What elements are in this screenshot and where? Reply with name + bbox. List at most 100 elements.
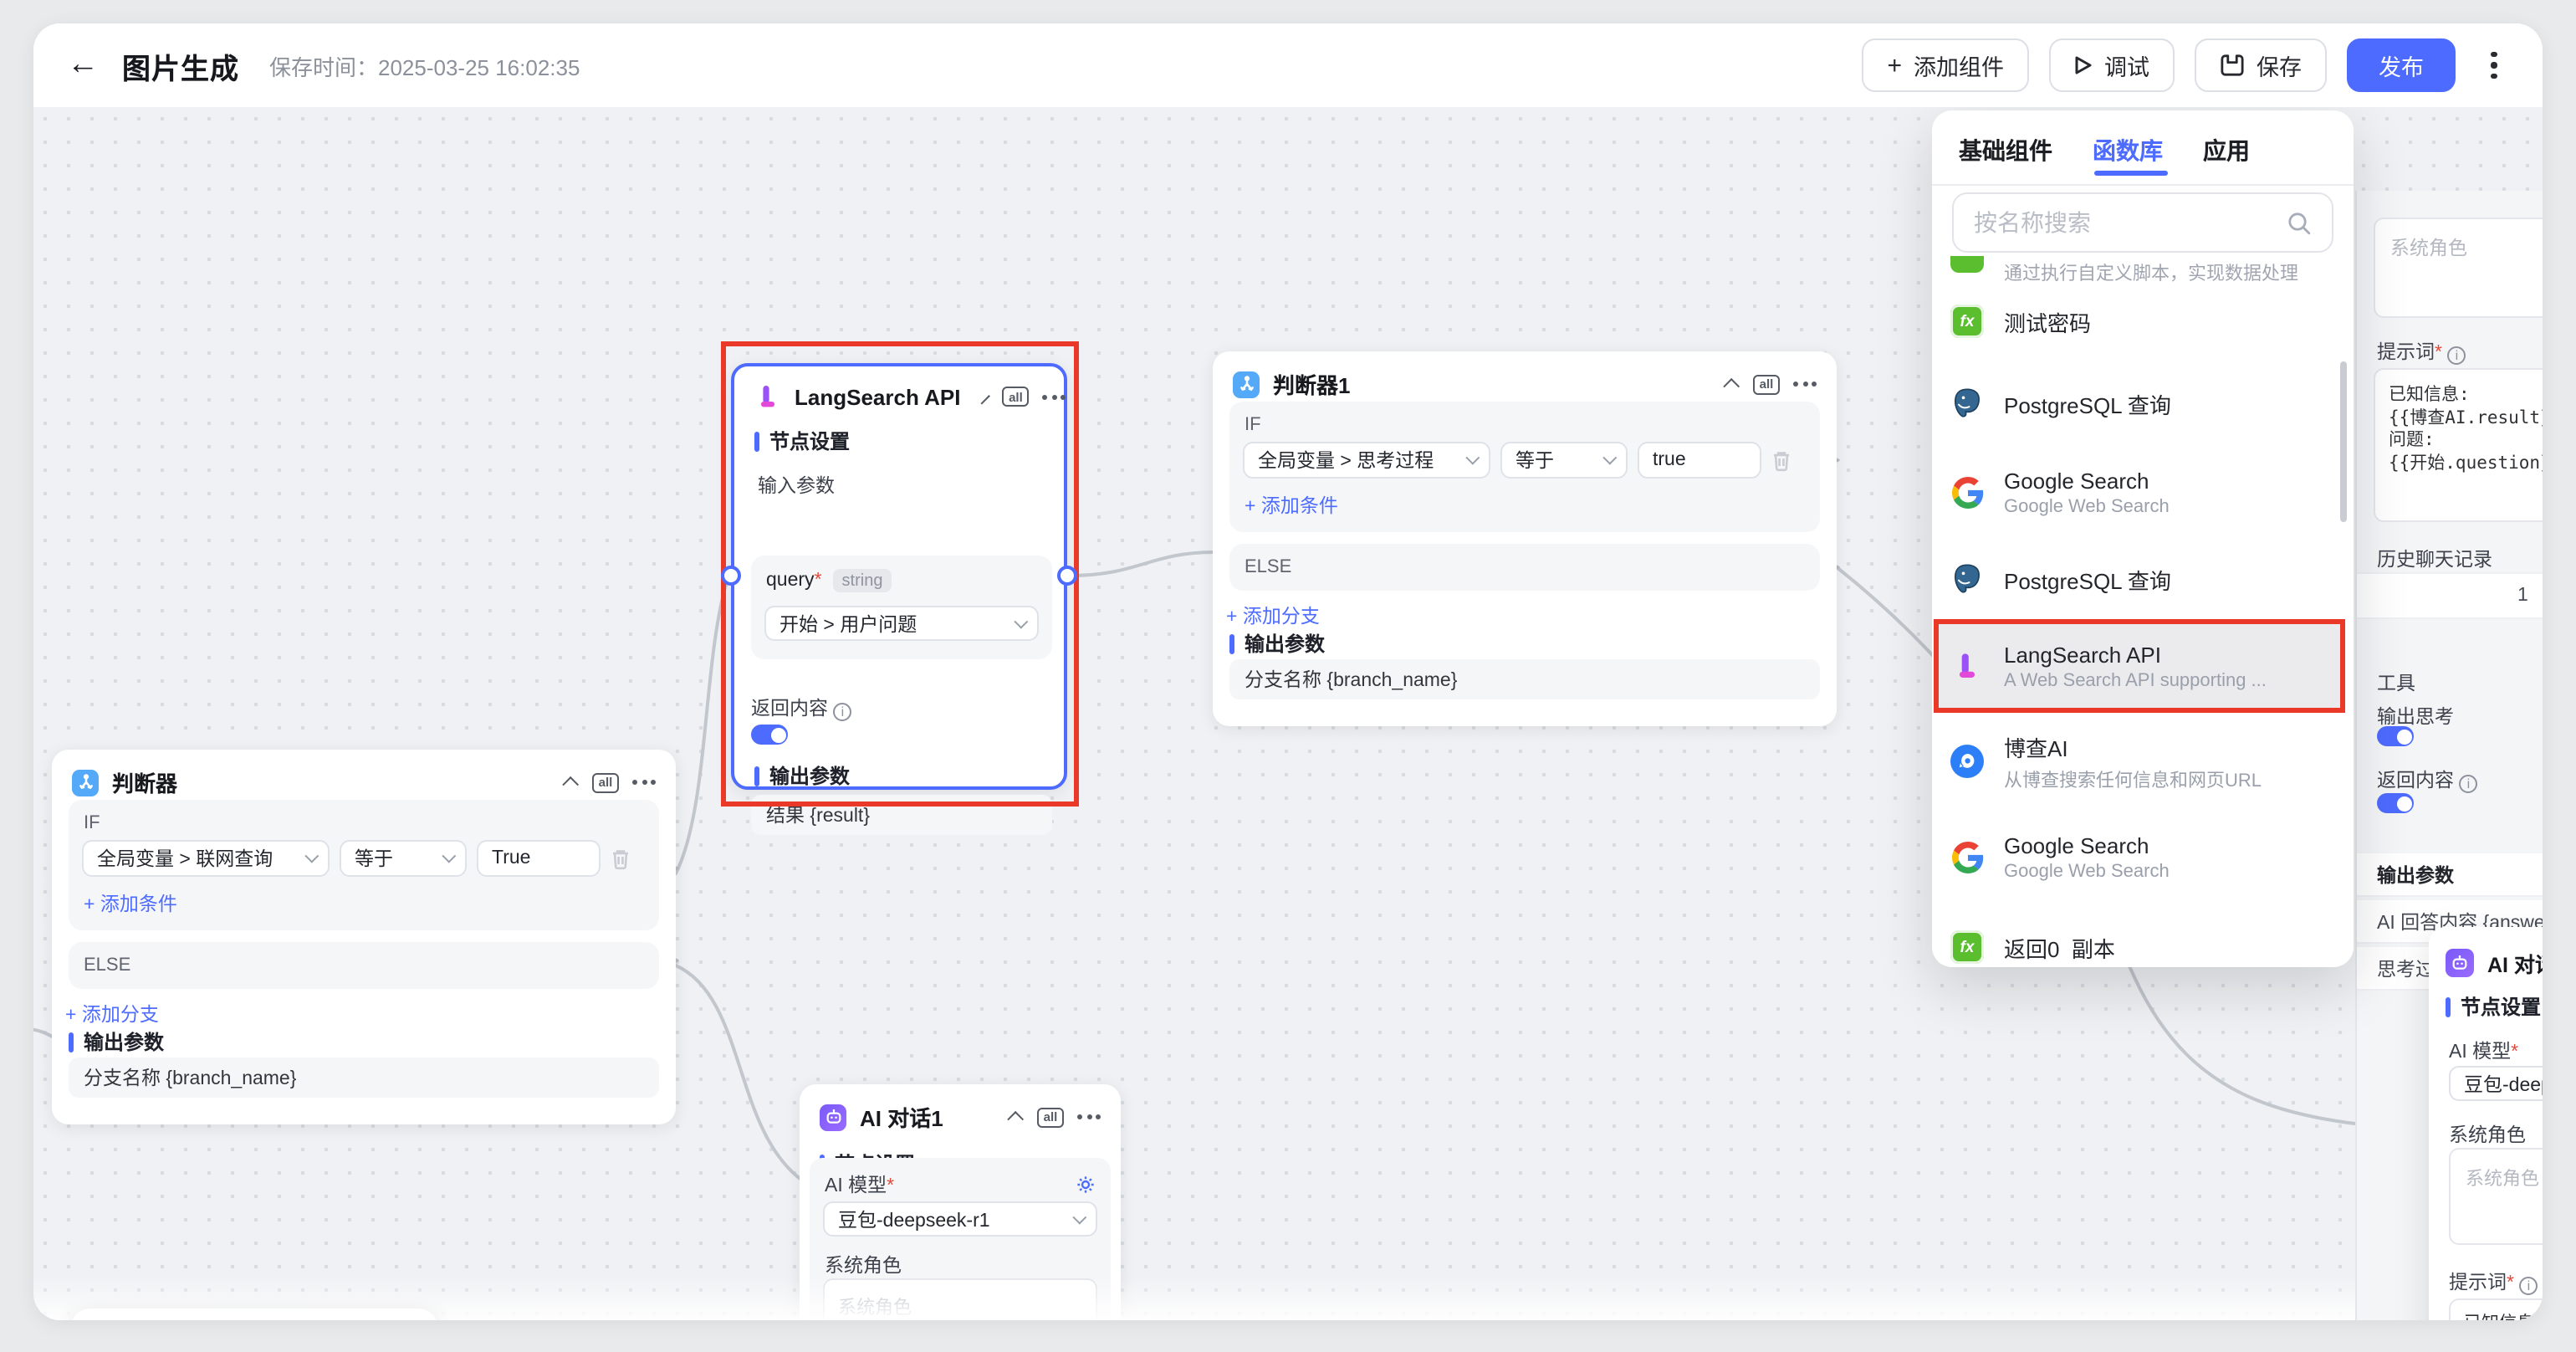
component-library-dropdown: 基础组件 函数库 应用 通过执行自定义脚本，实现数据处理 fx (1932, 110, 2354, 967)
active-tab-underline (2094, 171, 2168, 176)
model-settings-gear-icon[interactable] (1076, 1175, 1096, 1195)
collapse-icon[interactable] (1723, 378, 1740, 395)
more-menu-icon[interactable] (1077, 1114, 1101, 1119)
list-item-test-password[interactable]: fx 测试密码 (1939, 284, 2333, 358)
branch-icon (1233, 371, 1260, 397)
collapse-icon[interactable] (562, 776, 579, 793)
list-item-google-search[interactable]: Google Search Google Web Search (1939, 810, 2333, 904)
role-textarea[interactable]: 系统角色 (2449, 1148, 2543, 1245)
list-item-postgresql-query[interactable]: PostgreSQL 查询 (1939, 542, 2333, 616)
add-branch-link[interactable]: + 添加分支 (1226, 602, 1320, 629)
add-condition-link[interactable]: + 添加条件 (84, 890, 177, 917)
save-button[interactable]: 保存 (2195, 38, 2327, 92)
node-title: LangSearch API (795, 384, 960, 409)
fx-icon: fx (1950, 930, 1984, 964)
add-component-button[interactable]: + 添加组件 (1862, 38, 2029, 92)
model-select[interactable]: 豆包-deepseek-r1 (823, 1201, 1097, 1237)
section-output-params: 输出参数 (52, 1027, 181, 1056)
input-port[interactable] (721, 566, 741, 586)
more-menu-icon[interactable] (1793, 382, 1817, 387)
app-window: LangSearch API all 节点设置 输入参数 query* stri… (33, 23, 2543, 1320)
delete-condition-icon[interactable] (1771, 449, 1791, 471)
input-param-group: query* string 开始 > 用户问题 (751, 556, 1052, 659)
more-menu-icon[interactable] (1042, 394, 1066, 399)
robot-icon (2446, 949, 2474, 977)
tab-basic-components[interactable]: 基础组件 (1959, 134, 2052, 167)
history-label: 历史聊天记录 (2377, 545, 2492, 572)
role-label: 系统角色 (825, 1252, 902, 1278)
debug-button[interactable]: 调试 (2049, 38, 2175, 92)
page-title: 图片生成 (122, 44, 239, 86)
prompt-textarea[interactable]: 已知信息: {{博查AI.result}} 问题: {{开始.question}… (2374, 368, 2543, 522)
condition-variable-select[interactable]: 全局变量 > 联网查询 (82, 840, 330, 877)
output-thinking-toggle[interactable] (2377, 726, 2414, 746)
list-item-return0-copy[interactable]: fx 返回0 副本 (1939, 910, 2333, 967)
bocha-icon (1950, 745, 1984, 778)
branch-icon (72, 769, 99, 796)
delete-condition-icon[interactable] (611, 848, 631, 869)
node-judge1[interactable]: 判断器1 all IF 全局变量 > 思考过程 等于 (1213, 351, 1837, 726)
app-stage: LangSearch API all 节点设置 输入参数 query* stri… (0, 0, 2576, 1352)
run-all-icon[interactable]: all (1753, 374, 1780, 394)
section-node-settings: 节点设置 (734, 420, 1064, 462)
more-options-icon[interactable] (2472, 38, 2516, 92)
list-scrollbar[interactable] (2340, 361, 2347, 522)
section-output-params: 输出参数 (1213, 629, 1342, 658)
collapse-icon[interactable] (981, 394, 990, 403)
plus-icon: + (1887, 53, 1902, 78)
condition-value-input[interactable]: True (477, 840, 601, 877)
partial-item-description: 通过执行自定义脚本，实现数据处理 (2004, 259, 2298, 286)
param-name: query* (766, 571, 822, 591)
node-title: 判断器 (112, 766, 177, 798)
else-branch-group: ELSE (1229, 544, 1820, 591)
tab-function-library[interactable]: 函数库 (2093, 134, 2163, 167)
partial-list-item[interactable]: 通过执行自定义脚本，实现数据处理 (1950, 256, 1984, 276)
add-condition-link[interactable]: + 添加条件 (1245, 492, 1338, 519)
list-item-bocha-ai[interactable]: 博查AI 从博查搜索任何信息和网页URL (1939, 714, 2333, 808)
tab-applications[interactable]: 应用 (2203, 134, 2250, 167)
model-label: AI 模型* (825, 1171, 894, 1198)
run-all-icon[interactable]: all (592, 772, 619, 792)
run-all-icon[interactable]: all (1002, 387, 1029, 407)
output-value: 分支名称 {branch_name} (69, 1058, 659, 1098)
list-item-langsearch-api[interactable]: LangSearch API A Web Search API supporti… (1939, 624, 2340, 708)
collapse-icon[interactable] (1007, 1111, 1024, 1128)
role-label: 系统角色 (2449, 1121, 2526, 1148)
search-input[interactable] (1974, 209, 2273, 236)
model-select[interactable]: 豆包-deep (2449, 1066, 2543, 1101)
output-port[interactable] (1057, 566, 1077, 586)
publish-button[interactable]: 发布 (2347, 38, 2456, 92)
node-langsearch[interactable]: LangSearch API all 节点设置 输入参数 query* stri… (731, 363, 1067, 790)
output-value: 结果 {result} (751, 795, 1052, 835)
if-label: IF (69, 800, 659, 833)
condition-variable-select[interactable]: 全局变量 > 思考过程 (1243, 442, 1490, 479)
node-judge[interactable]: 判断器 all IF 全局变量 > 联网查询 等于 (52, 750, 676, 1124)
else-label: ELSE (69, 942, 659, 976)
add-branch-link[interactable]: + 添加分支 (65, 1001, 159, 1027)
condition-value-input[interactable]: true (1638, 442, 1761, 479)
run-all-icon[interactable]: all (1037, 1107, 1064, 1127)
node-header: LangSearch API all (734, 366, 1064, 420)
return-content-toggle[interactable] (2377, 793, 2414, 813)
save-time: 保存时间：2025-03-25 16:02:35 (269, 49, 580, 81)
ai-dialog2-node-panel[interactable]: AI 对话2 节点设置 AI 模型* 豆包-deep 系统角色 系统角色 提示词… (2429, 927, 2543, 1320)
node-title: AI 对话1 (860, 1101, 943, 1133)
role-textarea[interactable]: 系统角色 (2374, 218, 2543, 318)
google-icon (1950, 840, 1984, 873)
condition-operator-select[interactable]: 等于 (340, 840, 467, 877)
list-item-postgresql-query[interactable]: PostgreSQL 查询 (1939, 365, 2333, 442)
history-count-row[interactable]: 1 (2357, 572, 2543, 619)
prompt-label: 提示词* i (2449, 1268, 2538, 1295)
return-content-toggle[interactable] (751, 725, 788, 745)
langsearch-icon (754, 383, 781, 410)
postgresql-icon (1950, 562, 1984, 596)
if-branch-group: IF 全局变量 > 思考过程 等于 true (1229, 402, 1820, 532)
prompt-textarea[interactable]: 已知信息: {{博查AI 问题: {{开始 (2449, 1298, 2543, 1320)
canvas-toolbar (70, 1308, 438, 1320)
param-value-select[interactable]: 开始 > 用户问题 (764, 606, 1039, 641)
list-item-google-search[interactable]: Google Search Google Web Search (1939, 445, 2333, 539)
condition-operator-select[interactable]: 等于 (1500, 442, 1628, 479)
more-menu-icon[interactable] (632, 780, 656, 785)
back-arrow-icon[interactable]: ← (67, 47, 99, 84)
output-value: 分支名称 {branch_name} (1229, 659, 1820, 699)
